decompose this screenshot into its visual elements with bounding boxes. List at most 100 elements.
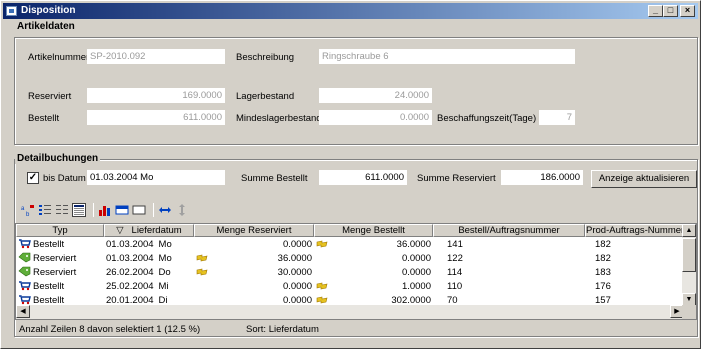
cell-bestellt-value: 0.0000: [401, 267, 431, 278]
refresh-button[interactable]: Anzeige aktualisieren: [591, 170, 697, 188]
cell-prod-nummer: 182: [595, 253, 611, 264]
grid-view-icon[interactable]: [72, 203, 86, 217]
scroll-thumb[interactable]: [682, 238, 696, 272]
bookings-grid[interactable]: Typ ▽ Lieferdatum Menge Reserviert Menge…: [15, 223, 697, 320]
mindeslager-field[interactable]: 0.0000: [319, 110, 432, 125]
tag-icon: [18, 252, 33, 264]
bis-datum-label: bis Datum: [43, 173, 86, 184]
scroll-up-button[interactable]: ▲: [682, 224, 696, 237]
toolbar-separator: [93, 203, 94, 217]
cell-reserviert-value: 36.0000: [277, 253, 312, 264]
cell-nummer: 110: [447, 281, 463, 292]
col-lieferdatum[interactable]: ▽ Lieferdatum: [104, 224, 194, 237]
grid-toolbar: ab: [21, 202, 192, 218]
cell-nummer: 141: [447, 239, 463, 250]
details-view-icon[interactable]: [55, 203, 69, 217]
bis-datum-checkbox[interactable]: ✓: [27, 172, 39, 184]
cell-menge-bestellt: 36.0000: [314, 238, 433, 252]
mindeslager-label: Mindeslagerbestand: [236, 113, 322, 124]
col-menge-reserviert[interactable]: Menge Reserviert: [194, 224, 314, 237]
col-nummer[interactable]: Bestell/Auftragsnummer: [433, 224, 585, 237]
cell-reserviert-value: 0.0000: [282, 239, 312, 250]
cell-prod-nummer: 176: [595, 281, 611, 292]
panel-icon[interactable]: [115, 203, 129, 217]
cell-datum: 26.02.2004: [106, 267, 154, 278]
cell-menge-reserviert: 36.0000: [194, 252, 314, 266]
cell-typ-label: Reserviert: [33, 267, 77, 278]
scroll-left-button[interactable]: ◀: [16, 305, 30, 318]
toolbar-separator: [153, 203, 154, 217]
reserviert-field[interactable]: 169.0000: [87, 88, 225, 103]
bestellt-label: Bestellt: [28, 113, 60, 124]
artikeldaten-title: Artikeldaten: [15, 21, 77, 32]
beschreibung-field[interactable]: Ringschraube 6: [319, 49, 575, 64]
cell-lieferdatum: 25.02.2004 Mi: [104, 280, 194, 294]
reserviert-label: Reserviert: [28, 91, 72, 102]
cell-lieferdatum: 26.02.2004 Do: [104, 266, 194, 280]
summe-bestellt-label: Summe Bestellt: [241, 173, 308, 184]
bis-datum-field[interactable]: 01.03.2004 Mo: [87, 170, 225, 185]
vertical-scrollbar[interactable]: ▲ ▼: [682, 224, 696, 306]
cell-datum: 01.03.2004: [106, 253, 154, 264]
cell-prod-nummer: 183: [595, 267, 611, 278]
chart-icon[interactable]: [98, 203, 112, 217]
title-bar[interactable]: Disposition _ □ ×: [3, 3, 698, 19]
cell-nummer: 114: [447, 267, 463, 278]
cell-typ: Bestellt: [16, 238, 104, 252]
col-lieferdatum-label: Lieferdatum: [131, 225, 182, 236]
table-row[interactable]: Bestellt 01.03.2004 Mo 0.0000 36.0000 141 182: [16, 238, 696, 252]
cell-typ-label: Reserviert: [33, 253, 77, 264]
sort-ab-icon[interactable]: ab: [21, 203, 35, 218]
cell-menge-reserviert: 30.0000: [194, 266, 314, 280]
artikelnummer-field[interactable]: SP-2010.092: [87, 49, 225, 64]
cell-lieferdatum: 01.03.2004 Mo: [104, 238, 194, 252]
svg-text:b: b: [26, 212, 30, 217]
cell-datum: 25.02.2004: [106, 281, 154, 292]
col-prod-nummer[interactable]: Prod-Auftrags-Nummer: [585, 224, 684, 237]
window-title: Disposition: [21, 5, 76, 16]
sort-desc-icon: ▽: [116, 225, 124, 236]
cell-menge-bestellt: 0.0000: [314, 252, 433, 266]
minimize-button[interactable]: _: [648, 5, 663, 17]
horizontal-resize-icon[interactable]: [158, 203, 172, 217]
vertical-resize-icon: [175, 203, 189, 217]
cell-nummer: 122: [447, 253, 463, 264]
summe-reserviert-field[interactable]: 186.0000: [501, 170, 583, 185]
col-menge-bestellt[interactable]: Menge Bestellt: [314, 224, 433, 237]
maximize-button[interactable]: □: [663, 5, 678, 17]
beschreibung-label: Beschreibung: [236, 52, 295, 63]
cell-reserviert-value: 30.0000: [277, 267, 312, 278]
list-view-icon[interactable]: [38, 203, 52, 217]
horizontal-scrollbar[interactable]: ◀ ▶: [16, 305, 684, 319]
cell-menge-bestellt: 1.0000: [314, 280, 433, 294]
cart-icon: [18, 281, 33, 292]
cell-wochentag: Mo: [158, 253, 172, 264]
table-row[interactable]: Bestellt 25.02.2004 Mi 0.0000 1.0000 110 176: [16, 280, 696, 294]
artikelnummer-label: Artikelnummer: [28, 52, 90, 63]
lagerbestand-field[interactable]: 24.0000: [319, 88, 432, 103]
table-row[interactable]: Reserviert 26.02.2004 Do 30.0000 0.0000 114 18…: [16, 266, 696, 280]
cell-wochentag: Mo: [158, 239, 172, 250]
cart-icon: [18, 239, 33, 250]
row-count-status: Anzahl Zeilen 8 davon selektiert 1 (12.5…: [19, 324, 201, 335]
table-row[interactable]: Reserviert 01.03.2004 Mo 36.0000 0.0000 122 18…: [16, 252, 696, 266]
close-button[interactable]: ×: [680, 5, 695, 17]
bestellt-field[interactable]: 611.0000: [87, 110, 225, 125]
scroll-corner: [682, 305, 696, 319]
cell-bestellt-value: 36.0000: [396, 239, 431, 250]
cell-typ-label: Bestellt: [33, 281, 65, 292]
summe-bestellt-field[interactable]: 611.0000: [319, 170, 407, 185]
cell-menge-reserviert: 0.0000: [194, 238, 314, 252]
disposition-window: Disposition _ □ × Artikeldaten Artikelnu…: [0, 0, 701, 349]
cell-bestellt-value: 0.0000: [401, 253, 431, 264]
window-frame-icon[interactable]: [132, 203, 146, 217]
detailbuchungen-title: Detailbuchungen: [15, 153, 101, 164]
sort-status: Sort: Lieferdatum: [246, 324, 319, 335]
tag-icon: [18, 266, 33, 278]
grid-header: Typ ▽ Lieferdatum Menge Reserviert Menge…: [16, 224, 696, 237]
cell-wochentag: Mi: [158, 281, 169, 292]
col-typ[interactable]: Typ: [16, 224, 104, 237]
beschaffungszeit-field[interactable]: 7: [539, 110, 575, 125]
window-icon: [6, 6, 17, 16]
lagerbestand-label: Lagerbestand: [236, 91, 295, 102]
